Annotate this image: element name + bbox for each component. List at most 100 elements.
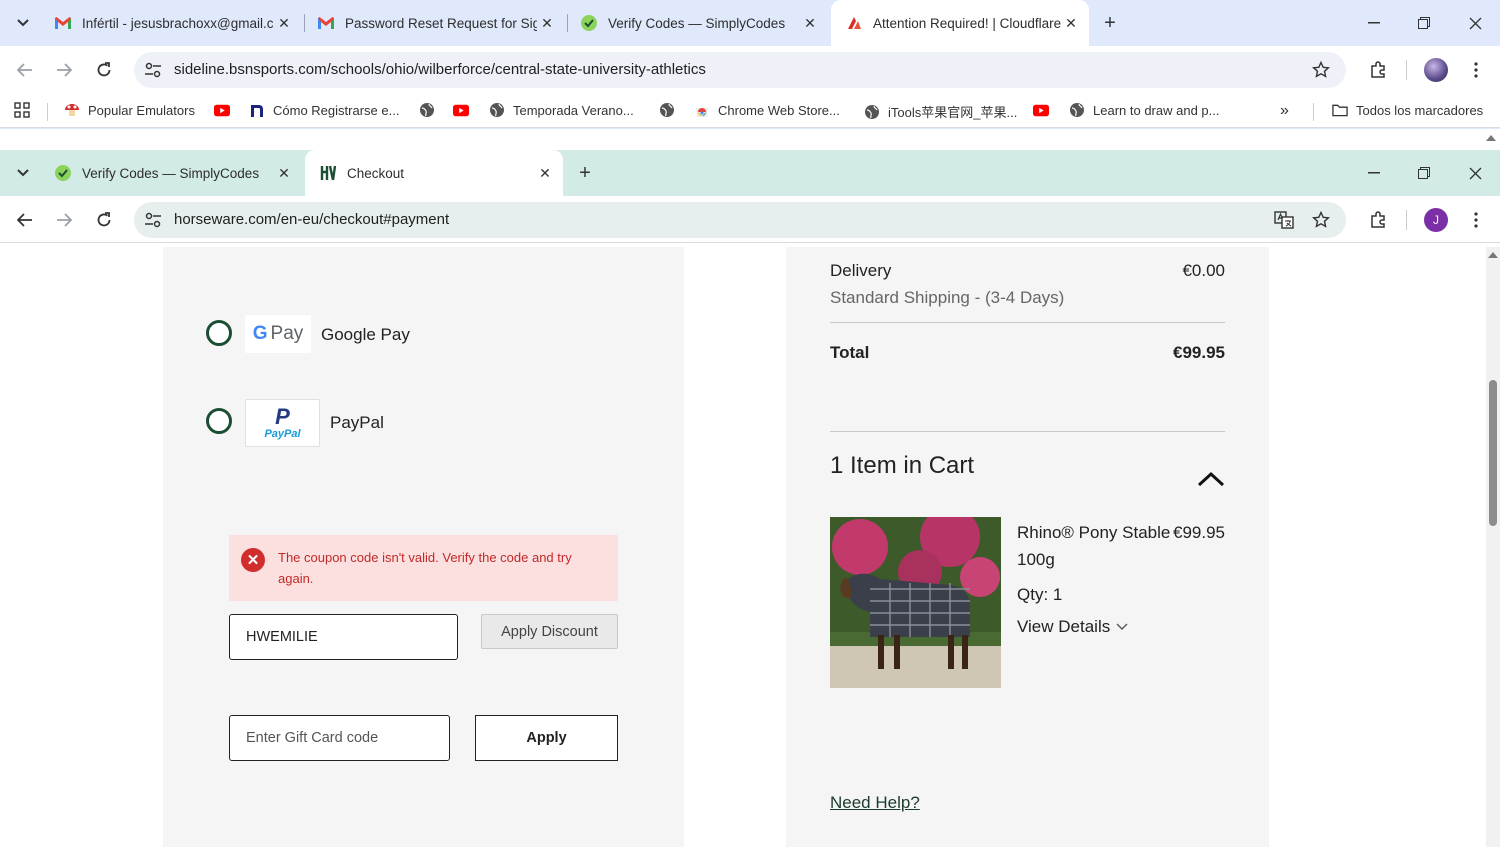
- globe-icon: [864, 104, 880, 120]
- forward-button[interactable]: [52, 208, 76, 232]
- checkout-page: G Pay Google Pay P PayPal PayPal ✕ The c…: [0, 247, 1500, 847]
- apps-grid-icon: [14, 102, 30, 118]
- outer-tab-simplycodes[interactable]: Verify Codes — SimplyCodes ✕: [566, 6, 828, 40]
- profile-avatar-inner[interactable]: J: [1424, 208, 1448, 232]
- scrollbar-thumb[interactable]: [1489, 380, 1497, 526]
- view-details-label: View Details: [1017, 617, 1111, 636]
- outer-address-bar[interactable]: sideline.bsnsports.com/schools/ohio/wilb…: [134, 52, 1346, 88]
- profile-avatar-outer[interactable]: [1424, 58, 1448, 82]
- minimize-button[interactable]: [1361, 160, 1387, 186]
- bookmark-globe-2[interactable]: [659, 102, 683, 118]
- all-bookmarks-button[interactable]: Todos los marcadores: [1332, 102, 1483, 118]
- new-tab-button[interactable]: +: [573, 161, 597, 185]
- bookmark-youtube-3[interactable]: [1033, 102, 1057, 118]
- scroll-up-icon[interactable]: [1486, 135, 1496, 141]
- youtube-icon: [1033, 102, 1049, 118]
- google-pay-label: Google Pay: [321, 325, 410, 344]
- close-window-button[interactable]: [1462, 160, 1488, 186]
- inner-toolbar: horseware.com/en-eu/checkout#payment J: [0, 196, 1500, 243]
- outer-tab-cloudflare[interactable]: Attention Required! | Cloudflare ✕: [831, 0, 1089, 46]
- scroll-up-icon[interactable]: [1488, 252, 1498, 258]
- outer-tab-gmail-1[interactable]: Infértil - jesusbrachoxx@gmail.c ✕: [40, 6, 302, 40]
- discount-code-input[interactable]: HWEMILIE: [229, 614, 458, 660]
- inner-address-bar[interactable]: horseware.com/en-eu/checkout#payment: [134, 202, 1346, 238]
- bookmark-youtube-1[interactable]: [214, 102, 238, 118]
- paypal-wordmark: PayPal: [264, 428, 301, 440]
- back-arrow-icon: [17, 213, 32, 227]
- paypal-radio[interactable]: [206, 408, 232, 434]
- back-arrow-icon: [17, 63, 32, 77]
- minimize-icon: [1368, 172, 1380, 174]
- apply-discount-button[interactable]: Apply Discount: [481, 614, 618, 649]
- close-icon[interactable]: ✕: [1061, 13, 1081, 33]
- google-g-icon: G: [252, 323, 268, 344]
- bookmark-como-registrarse[interactable]: Cómo Registrarse e...: [249, 102, 399, 118]
- globe-icon: [419, 102, 435, 118]
- close-icon[interactable]: ✕: [537, 13, 557, 33]
- extensions-button[interactable]: [1366, 208, 1390, 232]
- close-icon[interactable]: ✕: [274, 163, 294, 183]
- site-info-icon[interactable]: [144, 211, 162, 229]
- tab-search-button[interactable]: [8, 8, 38, 38]
- inner-tab-simplycodes[interactable]: Verify Codes — SimplyCodes ✕: [40, 156, 302, 190]
- bookmark-popular-emulators[interactable]: Popular Emulators: [64, 102, 195, 118]
- restore-button[interactable]: [1411, 10, 1437, 36]
- translate-icon[interactable]: [1274, 211, 1294, 229]
- restore-button[interactable]: [1411, 160, 1437, 186]
- gmail-icon: [54, 14, 72, 32]
- close-window-button[interactable]: [1462, 10, 1488, 36]
- tab-search-button[interactable]: [8, 158, 38, 188]
- close-icon: [1469, 167, 1481, 179]
- site-info-icon[interactable]: [144, 61, 162, 79]
- inner-tab-checkout[interactable]: Checkout ✕: [305, 150, 563, 196]
- extensions-button[interactable]: [1366, 58, 1390, 82]
- paypal-logo: P PayPal: [245, 399, 320, 447]
- restore-icon: [1418, 17, 1430, 29]
- reload-button[interactable]: [92, 58, 116, 82]
- youtube-icon: [453, 102, 469, 118]
- toolbar-divider: [1406, 60, 1407, 80]
- need-help-link[interactable]: Need Help?: [830, 793, 920, 813]
- page-scrollbar[interactable]: [1486, 247, 1500, 847]
- view-details-toggle[interactable]: View Details: [1017, 617, 1128, 637]
- menu-button[interactable]: [1464, 58, 1488, 82]
- back-button[interactable]: [13, 58, 37, 82]
- menu-button[interactable]: [1464, 208, 1488, 232]
- globe-icon: [489, 102, 505, 118]
- bookmark-youtube-2[interactable]: [453, 102, 477, 118]
- total-label: Total: [830, 343, 870, 362]
- paypal-label: PayPal: [330, 413, 384, 432]
- bookmark-star-icon[interactable]: [1312, 61, 1330, 79]
- forward-button[interactable]: [52, 58, 76, 82]
- bookmark-star-icon[interactable]: [1312, 211, 1330, 229]
- minimize-button[interactable]: [1361, 10, 1387, 36]
- pay-text: Pay: [270, 323, 304, 344]
- simplycodes-icon: [54, 164, 72, 182]
- chevron-up-icon[interactable]: [1197, 471, 1225, 487]
- new-tab-button[interactable]: +: [1098, 11, 1122, 35]
- bookmark-itools[interactable]: iTools苹果官网_苹果...: [864, 102, 1017, 121]
- item-quantity: Qty: 1: [1017, 585, 1063, 604]
- close-icon[interactable]: ✕: [535, 163, 555, 183]
- bookmark-learn-to-draw[interactable]: Learn to draw and p...: [1069, 102, 1219, 118]
- bookmark-temporada-verano[interactable]: Temporada Verano...: [489, 102, 634, 118]
- google-pay-radio[interactable]: [206, 320, 232, 346]
- item-name[interactable]: Rhino® Pony Stable: [1017, 523, 1170, 543]
- outer-url-text: sideline.bsnsports.com/schools/ohio/wilb…: [174, 61, 706, 78]
- outer-tab-gmail-2[interactable]: Password Reset Request for Sig ✕: [303, 6, 565, 40]
- apply-gift-card-button[interactable]: Apply: [475, 715, 618, 761]
- outer-tab-strip: Infértil - jesusbrachoxx@gmail.c ✕ Passw…: [0, 0, 1500, 46]
- apps-button[interactable]: [14, 102, 30, 118]
- close-icon[interactable]: ✕: [800, 13, 820, 33]
- bookmark-globe-1[interactable]: [419, 102, 443, 118]
- forward-arrow-icon: [57, 63, 72, 77]
- close-icon[interactable]: ✕: [274, 13, 294, 33]
- bookmark-chrome-web-store[interactable]: Chrome Web Store...: [694, 102, 840, 118]
- reload-button[interactable]: [92, 208, 116, 232]
- chevron-down-icon: [17, 19, 29, 27]
- more-bookmarks-button[interactable]: »: [1280, 102, 1289, 120]
- back-button[interactable]: [13, 208, 37, 232]
- simplycodes-icon: [580, 14, 598, 32]
- globe-icon: [1069, 102, 1085, 118]
- gift-card-input[interactable]: Enter Gift Card code: [229, 715, 450, 761]
